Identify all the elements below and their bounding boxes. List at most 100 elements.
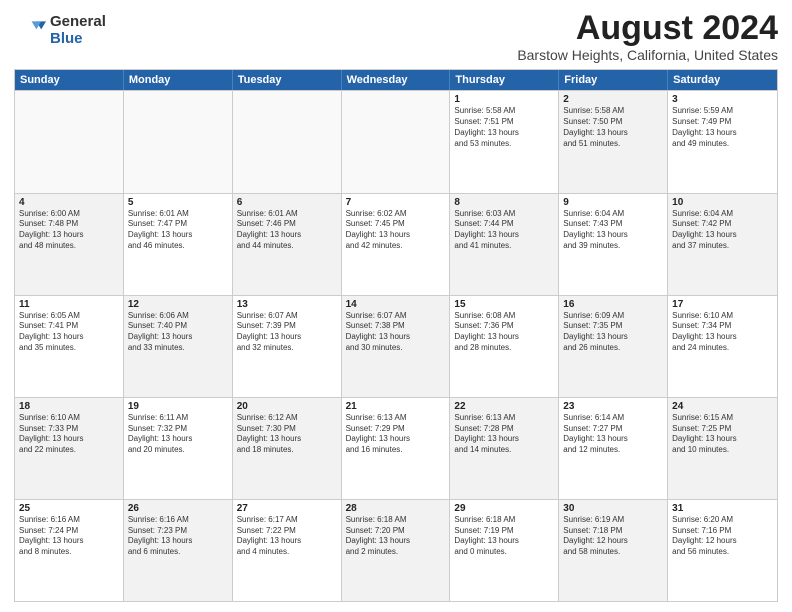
day-number: 16 xyxy=(563,299,663,310)
calendar-cell: 24Sunrise: 6:15 AM Sunset: 7:25 PM Dayli… xyxy=(668,398,777,499)
cell-details: Sunrise: 6:10 AM Sunset: 7:33 PM Dayligh… xyxy=(19,413,119,456)
cell-details: Sunrise: 6:01 AM Sunset: 7:47 PM Dayligh… xyxy=(128,209,228,252)
day-number: 7 xyxy=(346,197,446,208)
cell-details: Sunrise: 6:13 AM Sunset: 7:28 PM Dayligh… xyxy=(454,413,554,456)
calendar-cell xyxy=(124,91,233,192)
calendar-cell: 15Sunrise: 6:08 AM Sunset: 7:36 PM Dayli… xyxy=(450,296,559,397)
cell-details: Sunrise: 6:18 AM Sunset: 7:19 PM Dayligh… xyxy=(454,515,554,558)
day-number: 6 xyxy=(237,197,337,208)
calendar-cell: 8Sunrise: 6:03 AM Sunset: 7:44 PM Daylig… xyxy=(450,194,559,295)
cell-details: Sunrise: 6:12 AM Sunset: 7:30 PM Dayligh… xyxy=(237,413,337,456)
cell-details: Sunrise: 6:16 AM Sunset: 7:23 PM Dayligh… xyxy=(128,515,228,558)
calendar-week-row: 11Sunrise: 6:05 AM Sunset: 7:41 PM Dayli… xyxy=(15,295,777,397)
cell-details: Sunrise: 6:04 AM Sunset: 7:42 PM Dayligh… xyxy=(672,209,773,252)
cell-details: Sunrise: 6:03 AM Sunset: 7:44 PM Dayligh… xyxy=(454,209,554,252)
day-number: 14 xyxy=(346,299,446,310)
calendar-cell xyxy=(15,91,124,192)
day-number: 11 xyxy=(19,299,119,310)
calendar-cell: 21Sunrise: 6:13 AM Sunset: 7:29 PM Dayli… xyxy=(342,398,451,499)
calendar-header-cell: Sunday xyxy=(15,70,124,90)
day-number: 8 xyxy=(454,197,554,208)
day-number: 10 xyxy=(672,197,773,208)
calendar-cell: 1Sunrise: 5:58 AM Sunset: 7:51 PM Daylig… xyxy=(450,91,559,192)
calendar-cell xyxy=(342,91,451,192)
calendar-cell: 4Sunrise: 6:00 AM Sunset: 7:48 PM Daylig… xyxy=(15,194,124,295)
calendar-cell: 22Sunrise: 6:13 AM Sunset: 7:28 PM Dayli… xyxy=(450,398,559,499)
calendar-cell: 27Sunrise: 6:17 AM Sunset: 7:22 PM Dayli… xyxy=(233,500,342,601)
calendar-cell: 29Sunrise: 6:18 AM Sunset: 7:19 PM Dayli… xyxy=(450,500,559,601)
calendar-cell: 26Sunrise: 6:16 AM Sunset: 7:23 PM Dayli… xyxy=(124,500,233,601)
title-block: August 2024 Barstow Heights, California,… xyxy=(517,10,778,63)
cell-details: Sunrise: 5:58 AM Sunset: 7:51 PM Dayligh… xyxy=(454,106,554,149)
day-number: 13 xyxy=(237,299,337,310)
calendar-cell: 31Sunrise: 6:20 AM Sunset: 7:16 PM Dayli… xyxy=(668,500,777,601)
page: General Blue August 2024 Barstow Heights… xyxy=(0,0,792,612)
cell-details: Sunrise: 6:00 AM Sunset: 7:48 PM Dayligh… xyxy=(19,209,119,252)
header: General Blue August 2024 Barstow Heights… xyxy=(14,10,778,63)
calendar-cell: 16Sunrise: 6:09 AM Sunset: 7:35 PM Dayli… xyxy=(559,296,668,397)
calendar-cell: 20Sunrise: 6:12 AM Sunset: 7:30 PM Dayli… xyxy=(233,398,342,499)
cell-details: Sunrise: 6:05 AM Sunset: 7:41 PM Dayligh… xyxy=(19,311,119,354)
day-number: 20 xyxy=(237,401,337,412)
calendar-cell: 3Sunrise: 5:59 AM Sunset: 7:49 PM Daylig… xyxy=(668,91,777,192)
calendar-cell: 25Sunrise: 6:16 AM Sunset: 7:24 PM Dayli… xyxy=(15,500,124,601)
cell-details: Sunrise: 6:20 AM Sunset: 7:16 PM Dayligh… xyxy=(672,515,773,558)
cell-details: Sunrise: 6:11 AM Sunset: 7:32 PM Dayligh… xyxy=(128,413,228,456)
calendar-cell: 18Sunrise: 6:10 AM Sunset: 7:33 PM Dayli… xyxy=(15,398,124,499)
cell-details: Sunrise: 6:01 AM Sunset: 7:46 PM Dayligh… xyxy=(237,209,337,252)
calendar-week-row: 4Sunrise: 6:00 AM Sunset: 7:48 PM Daylig… xyxy=(15,193,777,295)
day-number: 12 xyxy=(128,299,228,310)
logo-icon xyxy=(14,15,46,47)
day-number: 29 xyxy=(454,503,554,514)
calendar-cell: 2Sunrise: 5:58 AM Sunset: 7:50 PM Daylig… xyxy=(559,91,668,192)
calendar-week-row: 1Sunrise: 5:58 AM Sunset: 7:51 PM Daylig… xyxy=(15,90,777,192)
cell-details: Sunrise: 6:15 AM Sunset: 7:25 PM Dayligh… xyxy=(672,413,773,456)
day-number: 22 xyxy=(454,401,554,412)
cell-details: Sunrise: 6:09 AM Sunset: 7:35 PM Dayligh… xyxy=(563,311,663,354)
calendar: SundayMondayTuesdayWednesdayThursdayFrid… xyxy=(14,69,778,602)
calendar-cell: 9Sunrise: 6:04 AM Sunset: 7:43 PM Daylig… xyxy=(559,194,668,295)
calendar-cell xyxy=(233,91,342,192)
calendar-cell: 17Sunrise: 6:10 AM Sunset: 7:34 PM Dayli… xyxy=(668,296,777,397)
cell-details: Sunrise: 6:14 AM Sunset: 7:27 PM Dayligh… xyxy=(563,413,663,456)
calendar-header-row: SundayMondayTuesdayWednesdayThursdayFrid… xyxy=(15,70,777,90)
cell-details: Sunrise: 6:10 AM Sunset: 7:34 PM Dayligh… xyxy=(672,311,773,354)
day-number: 18 xyxy=(19,401,119,412)
day-number: 28 xyxy=(346,503,446,514)
cell-details: Sunrise: 5:59 AM Sunset: 7:49 PM Dayligh… xyxy=(672,106,773,149)
logo-general-label: General xyxy=(50,14,106,31)
day-number: 17 xyxy=(672,299,773,310)
calendar-body: 1Sunrise: 5:58 AM Sunset: 7:51 PM Daylig… xyxy=(15,90,777,601)
cell-details: Sunrise: 6:06 AM Sunset: 7:40 PM Dayligh… xyxy=(128,311,228,354)
calendar-cell: 19Sunrise: 6:11 AM Sunset: 7:32 PM Dayli… xyxy=(124,398,233,499)
location-subtitle: Barstow Heights, California, United Stat… xyxy=(517,47,778,63)
cell-details: Sunrise: 6:17 AM Sunset: 7:22 PM Dayligh… xyxy=(237,515,337,558)
day-number: 26 xyxy=(128,503,228,514)
calendar-cell: 6Sunrise: 6:01 AM Sunset: 7:46 PM Daylig… xyxy=(233,194,342,295)
day-number: 30 xyxy=(563,503,663,514)
cell-details: Sunrise: 6:07 AM Sunset: 7:38 PM Dayligh… xyxy=(346,311,446,354)
month-title: August 2024 xyxy=(517,10,778,47)
logo-text: General Blue xyxy=(50,14,106,47)
day-number: 21 xyxy=(346,401,446,412)
calendar-cell: 7Sunrise: 6:02 AM Sunset: 7:45 PM Daylig… xyxy=(342,194,451,295)
calendar-week-row: 18Sunrise: 6:10 AM Sunset: 7:33 PM Dayli… xyxy=(15,397,777,499)
day-number: 24 xyxy=(672,401,773,412)
calendar-cell: 28Sunrise: 6:18 AM Sunset: 7:20 PM Dayli… xyxy=(342,500,451,601)
day-number: 9 xyxy=(563,197,663,208)
calendar-cell: 5Sunrise: 6:01 AM Sunset: 7:47 PM Daylig… xyxy=(124,194,233,295)
calendar-header-cell: Tuesday xyxy=(233,70,342,90)
cell-details: Sunrise: 6:07 AM Sunset: 7:39 PM Dayligh… xyxy=(237,311,337,354)
calendar-cell: 30Sunrise: 6:19 AM Sunset: 7:18 PM Dayli… xyxy=(559,500,668,601)
calendar-header-cell: Thursday xyxy=(450,70,559,90)
day-number: 31 xyxy=(672,503,773,514)
calendar-cell: 23Sunrise: 6:14 AM Sunset: 7:27 PM Dayli… xyxy=(559,398,668,499)
cell-details: Sunrise: 6:19 AM Sunset: 7:18 PM Dayligh… xyxy=(563,515,663,558)
cell-details: Sunrise: 6:16 AM Sunset: 7:24 PM Dayligh… xyxy=(19,515,119,558)
calendar-header-cell: Saturday xyxy=(668,70,777,90)
day-number: 25 xyxy=(19,503,119,514)
day-number: 5 xyxy=(128,197,228,208)
cell-details: Sunrise: 6:04 AM Sunset: 7:43 PM Dayligh… xyxy=(563,209,663,252)
cell-details: Sunrise: 6:08 AM Sunset: 7:36 PM Dayligh… xyxy=(454,311,554,354)
calendar-header-cell: Wednesday xyxy=(342,70,451,90)
